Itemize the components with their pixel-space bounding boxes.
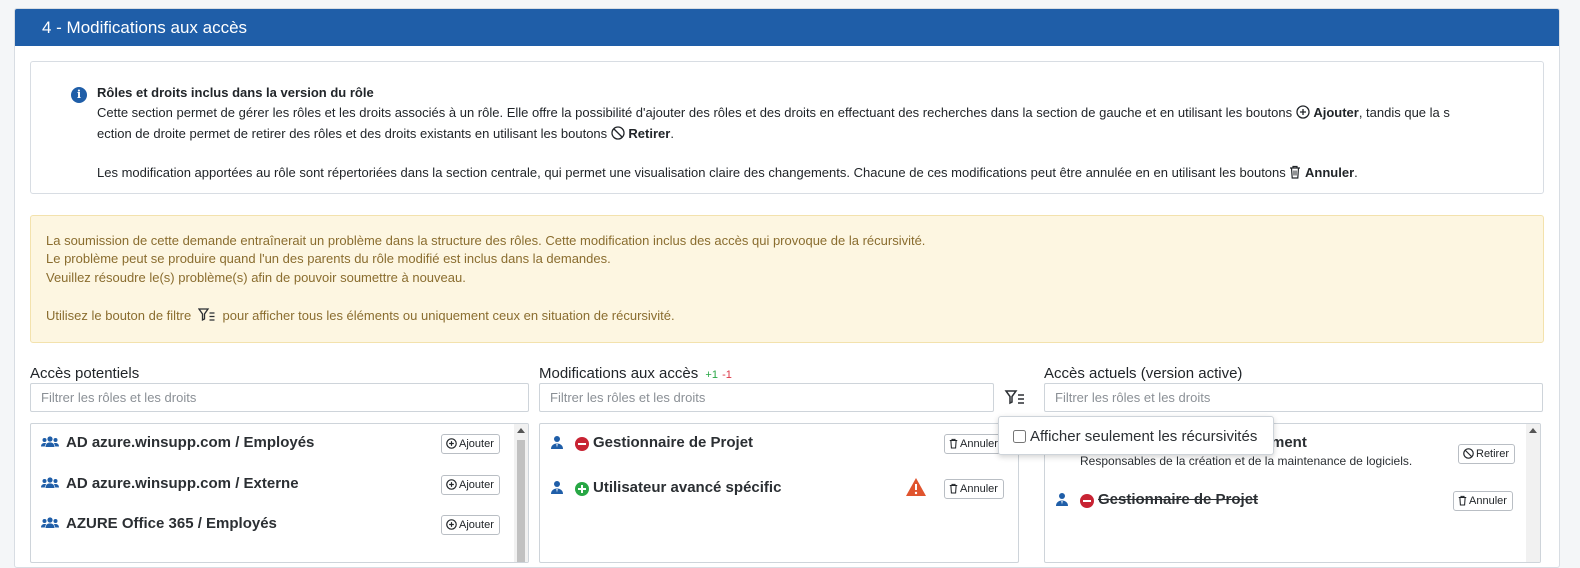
list-item-label: ment [1271, 434, 1307, 451]
user-icon [550, 435, 564, 455]
potential-access-list: AD azure.winsupp.com / Employés Ajouter … [30, 423, 529, 563]
info-paragraph-1: Cette section permet de gérer les rôles … [97, 103, 1507, 145]
remove-button[interactable]: Retirer [1458, 444, 1516, 464]
add-button[interactable]: Ajouter [441, 475, 500, 495]
trash-icon [949, 438, 958, 449]
list-item-label: AZURE Office 365 / Employés [66, 515, 277, 532]
list-item: Gestionnaire de Projet Annuler [1045, 487, 1540, 517]
info-text: Cette section permet de gérer les rôles … [97, 103, 1507, 184]
warning-line-3: Veuillez résoudre le(s) problème(s) afin… [46, 270, 466, 285]
removed-count-badge: -1 [722, 369, 732, 381]
add-button-label: Ajouter [459, 438, 494, 450]
group-icon [41, 516, 59, 535]
trash-icon [1289, 165, 1301, 184]
cancel-button[interactable]: Annuler [944, 479, 1004, 499]
cancel-button-label: Annuler [960, 483, 998, 495]
scroll-up-arrow-icon[interactable] [517, 428, 525, 433]
modifications-filter-input[interactable] [539, 383, 994, 412]
group-icon [41, 476, 59, 495]
user-icon [550, 480, 564, 500]
info-ajouter-label: Ajouter [1313, 105, 1359, 120]
group-icon [41, 435, 59, 454]
info-text-part: , tandis que la s [1358, 105, 1450, 120]
added-count-badge: +1 [705, 369, 718, 381]
list-item-description: Responsables de la création et de la mai… [1080, 454, 1413, 468]
list-item-label: Gestionnaire de Projet [1098, 491, 1259, 508]
add-button[interactable]: Ajouter [441, 515, 500, 535]
info-icon: i [71, 87, 87, 103]
list-item: AZURE Office 365 / Employés Ajouter [31, 511, 528, 541]
list-item: AD azure.winsupp.com / Employés Ajouter [31, 430, 528, 460]
ban-icon [611, 126, 625, 145]
potential-filter-input[interactable] [30, 383, 529, 412]
trash-icon [1458, 495, 1467, 506]
list-item: Utilisateur avancé spécific Annuler [540, 475, 1018, 505]
plus-circle-icon [446, 479, 457, 490]
info-annuler-label: Annuler [1305, 165, 1355, 180]
current-access-title: Accès actuels (version active) [1044, 365, 1243, 382]
removed-status-icon [1080, 494, 1094, 508]
list-item: Gestionnaire de Projet Annuler [540, 430, 1018, 460]
list-item-label: Gestionnaire de Projet [593, 434, 754, 451]
ban-icon [1463, 448, 1474, 459]
trash-icon [949, 483, 958, 494]
recursion-filter-button[interactable] [1004, 388, 1028, 408]
plus-circle-icon [1296, 105, 1310, 124]
list-item-label: AD azure.winsupp.com / Employés [66, 434, 315, 451]
filter-list-icon [197, 308, 216, 325]
cancel-button-label: Annuler [1469, 495, 1507, 507]
info-box: i Rôles et droits inclus dans la version… [30, 61, 1544, 194]
potential-access-title: Accès potentiels [30, 365, 140, 382]
removed-status-icon [575, 437, 589, 451]
added-status-icon [575, 482, 589, 496]
recursion-warning: La soumission de cette demande entraîner… [30, 215, 1544, 343]
recursion-warning-icon [905, 477, 927, 502]
warning-line-4-a: Utilisez le bouton de filtre [46, 308, 192, 323]
access-modifications-card: 4 - Modifications aux accès i Rôles et d… [14, 8, 1560, 568]
info-text-part: . [1354, 165, 1358, 180]
info-text-part: . [670, 126, 674, 141]
warning-line-2: Le problème peut se produire quand l'un … [46, 251, 611, 266]
modifications-title: Modifications aux accès +1 -1 [539, 365, 732, 382]
scrollbar[interactable] [514, 424, 528, 562]
info-title: Rôles et droits inclus dans la version d… [97, 85, 374, 100]
user-icon [1055, 492, 1069, 512]
scroll-up-arrow-icon[interactable] [1529, 428, 1537, 433]
current-filter-input[interactable] [1044, 383, 1543, 412]
list-item: AD azure.winsupp.com / Externe Ajouter [31, 471, 528, 501]
warning-line-4-b: pour afficher tous les éléments ou uniqu… [222, 308, 675, 323]
info-text-part: ection de droite permet de retirer des r… [97, 126, 611, 141]
filter-list-icon [1004, 390, 1024, 405]
list-item-label: AD azure.winsupp.com / Externe [66, 475, 299, 492]
plus-circle-icon [446, 438, 457, 449]
add-button[interactable]: Ajouter [441, 434, 500, 454]
warning-line-1: La soumission de cette demande entraîner… [46, 233, 926, 248]
plus-circle-icon [446, 519, 457, 530]
cancel-button[interactable]: Annuler [1453, 491, 1513, 511]
modifications-list: Gestionnaire de Projet Annuler Utilisate… [539, 423, 1019, 563]
recursion-only-checkbox[interactable] [1013, 430, 1026, 443]
remove-button-label: Retirer [1476, 448, 1510, 460]
scrollbar[interactable] [1526, 424, 1540, 562]
warning-line-4: Utilisez le bouton de filtre pour affich… [46, 308, 675, 325]
scrollbar-thumb[interactable] [517, 440, 525, 562]
recursion-only-label[interactable]: Afficher seulement les récursivités [1030, 428, 1257, 445]
add-button-label: Ajouter [459, 519, 494, 531]
list-item-label: Utilisateur avancé spécific [593, 479, 782, 496]
info-text-part: Cette section permet de gérer les rôles … [97, 105, 1296, 120]
modifications-title-text: Modifications aux accès [539, 365, 699, 382]
info-retirer-label: Retirer [628, 126, 671, 141]
cancel-button[interactable]: Annuler [944, 434, 1004, 454]
cancel-button-label: Annuler [960, 438, 998, 450]
add-button-label: Ajouter [459, 479, 494, 491]
info-text-part: Les modification apportées au rôle sont … [97, 165, 1290, 180]
info-paragraph-2: Les modification apportées au rôle sont … [97, 163, 1507, 184]
recursion-filter-popup: Afficher seulement les récursivités [998, 416, 1274, 455]
section-header: 4 - Modifications aux accès [15, 9, 1559, 46]
